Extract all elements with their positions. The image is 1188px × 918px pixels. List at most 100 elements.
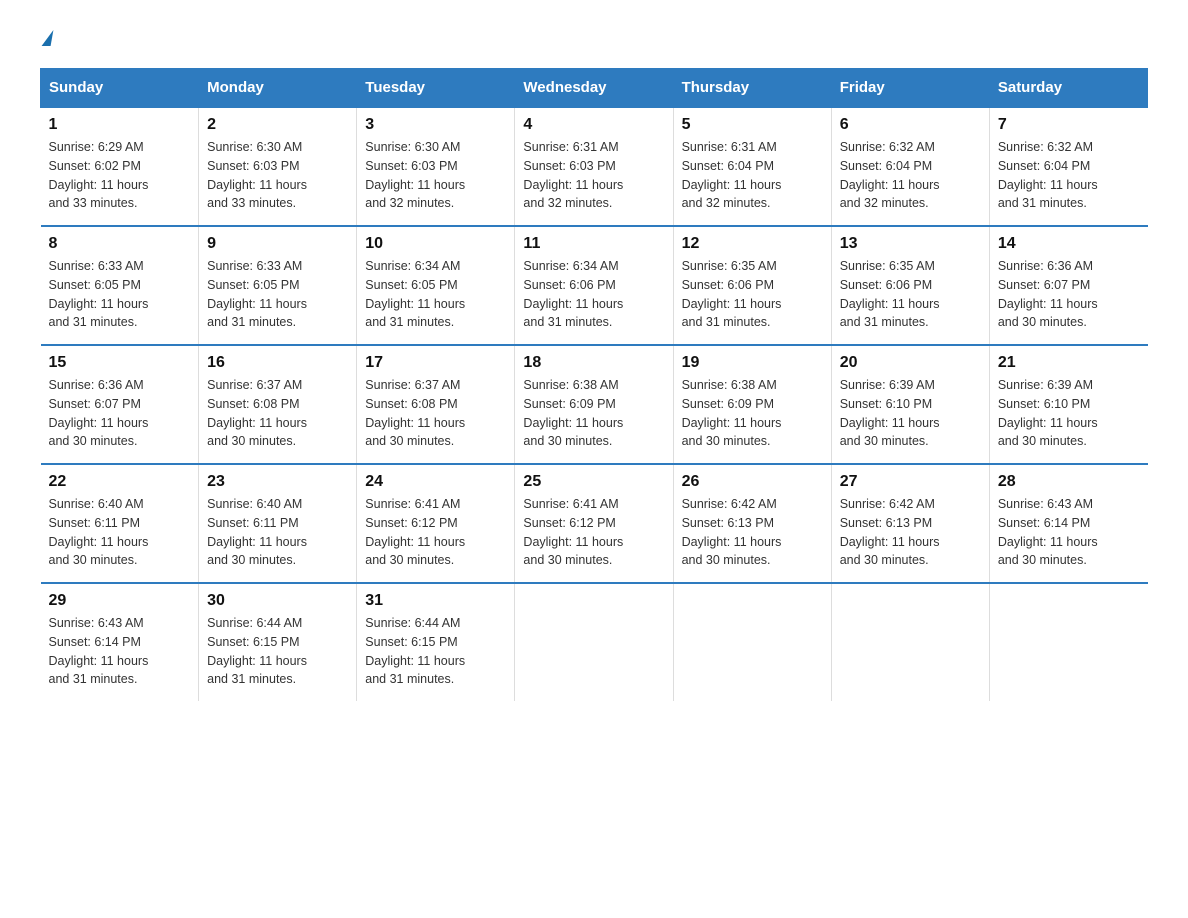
- calendar-week-row: 1 Sunrise: 6:29 AM Sunset: 6:02 PM Dayli…: [41, 107, 1148, 226]
- day-number: 25: [523, 473, 664, 491]
- calendar-week-row: 15 Sunrise: 6:36 AM Sunset: 6:07 PM Dayl…: [41, 345, 1148, 464]
- day-info: Sunrise: 6:33 AM Sunset: 6:05 PM Dayligh…: [49, 257, 191, 332]
- calendar-table: SundayMondayTuesdayWednesdayThursdayFrid…: [40, 68, 1148, 701]
- day-number: 23: [207, 473, 348, 491]
- day-number: 14: [998, 235, 1140, 253]
- day-number: 3: [365, 116, 506, 134]
- calendar-cell: 1 Sunrise: 6:29 AM Sunset: 6:02 PM Dayli…: [41, 107, 199, 226]
- calendar-cell: 17 Sunrise: 6:37 AM Sunset: 6:08 PM Dayl…: [357, 345, 515, 464]
- day-info: Sunrise: 6:31 AM Sunset: 6:03 PM Dayligh…: [523, 138, 664, 213]
- day-info: Sunrise: 6:37 AM Sunset: 6:08 PM Dayligh…: [365, 376, 506, 451]
- calendar-cell: 2 Sunrise: 6:30 AM Sunset: 6:03 PM Dayli…: [199, 107, 357, 226]
- day-info: Sunrise: 6:32 AM Sunset: 6:04 PM Dayligh…: [998, 138, 1140, 213]
- day-number: 7: [998, 116, 1140, 134]
- day-info: Sunrise: 6:39 AM Sunset: 6:10 PM Dayligh…: [840, 376, 981, 451]
- day-info: Sunrise: 6:34 AM Sunset: 6:06 PM Dayligh…: [523, 257, 664, 332]
- day-info: Sunrise: 6:44 AM Sunset: 6:15 PM Dayligh…: [365, 614, 506, 689]
- day-info: Sunrise: 6:32 AM Sunset: 6:04 PM Dayligh…: [840, 138, 981, 213]
- calendar-cell: 22 Sunrise: 6:40 AM Sunset: 6:11 PM Dayl…: [41, 464, 199, 583]
- column-header-sunday: Sunday: [41, 69, 199, 108]
- day-number: 20: [840, 354, 981, 372]
- day-number: 13: [840, 235, 981, 253]
- day-number: 24: [365, 473, 506, 491]
- calendar-week-row: 8 Sunrise: 6:33 AM Sunset: 6:05 PM Dayli…: [41, 226, 1148, 345]
- day-info: Sunrise: 6:42 AM Sunset: 6:13 PM Dayligh…: [840, 495, 981, 570]
- day-info: Sunrise: 6:41 AM Sunset: 6:12 PM Dayligh…: [365, 495, 506, 570]
- column-header-thursday: Thursday: [673, 69, 831, 108]
- day-info: Sunrise: 6:43 AM Sunset: 6:14 PM Dayligh…: [49, 614, 191, 689]
- day-number: 21: [998, 354, 1140, 372]
- calendar-cell: [831, 583, 989, 701]
- calendar-cell: 13 Sunrise: 6:35 AM Sunset: 6:06 PM Dayl…: [831, 226, 989, 345]
- day-number: 9: [207, 235, 348, 253]
- day-info: Sunrise: 6:33 AM Sunset: 6:05 PM Dayligh…: [207, 257, 348, 332]
- day-number: 22: [49, 473, 191, 491]
- page-header: [40, 30, 1148, 48]
- calendar-cell: [515, 583, 673, 701]
- day-number: 1: [49, 116, 191, 134]
- calendar-cell: 3 Sunrise: 6:30 AM Sunset: 6:03 PM Dayli…: [357, 107, 515, 226]
- calendar-cell: 28 Sunrise: 6:43 AM Sunset: 6:14 PM Dayl…: [989, 464, 1147, 583]
- day-info: Sunrise: 6:42 AM Sunset: 6:13 PM Dayligh…: [682, 495, 823, 570]
- day-info: Sunrise: 6:37 AM Sunset: 6:08 PM Dayligh…: [207, 376, 348, 451]
- day-info: Sunrise: 6:36 AM Sunset: 6:07 PM Dayligh…: [49, 376, 191, 451]
- calendar-cell: 9 Sunrise: 6:33 AM Sunset: 6:05 PM Dayli…: [199, 226, 357, 345]
- day-info: Sunrise: 6:38 AM Sunset: 6:09 PM Dayligh…: [523, 376, 664, 451]
- day-info: Sunrise: 6:38 AM Sunset: 6:09 PM Dayligh…: [682, 376, 823, 451]
- calendar-week-row: 22 Sunrise: 6:40 AM Sunset: 6:11 PM Dayl…: [41, 464, 1148, 583]
- calendar-cell: 31 Sunrise: 6:44 AM Sunset: 6:15 PM Dayl…: [357, 583, 515, 701]
- day-info: Sunrise: 6:36 AM Sunset: 6:07 PM Dayligh…: [998, 257, 1140, 332]
- day-number: 19: [682, 354, 823, 372]
- day-number: 5: [682, 116, 823, 134]
- day-number: 2: [207, 116, 348, 134]
- day-number: 17: [365, 354, 506, 372]
- day-number: 6: [840, 116, 981, 134]
- day-number: 18: [523, 354, 664, 372]
- day-number: 15: [49, 354, 191, 372]
- calendar-header-row: SundayMondayTuesdayWednesdayThursdayFrid…: [41, 69, 1148, 108]
- column-header-monday: Monday: [199, 69, 357, 108]
- calendar-cell: 24 Sunrise: 6:41 AM Sunset: 6:12 PM Dayl…: [357, 464, 515, 583]
- calendar-cell: 14 Sunrise: 6:36 AM Sunset: 6:07 PM Dayl…: [989, 226, 1147, 345]
- day-number: 26: [682, 473, 823, 491]
- column-header-saturday: Saturday: [989, 69, 1147, 108]
- day-number: 16: [207, 354, 348, 372]
- calendar-cell: [989, 583, 1147, 701]
- day-number: 31: [365, 592, 506, 610]
- calendar-cell: 12 Sunrise: 6:35 AM Sunset: 6:06 PM Dayl…: [673, 226, 831, 345]
- day-info: Sunrise: 6:39 AM Sunset: 6:10 PM Dayligh…: [998, 376, 1140, 451]
- calendar-week-row: 29 Sunrise: 6:43 AM Sunset: 6:14 PM Dayl…: [41, 583, 1148, 701]
- day-number: 10: [365, 235, 506, 253]
- day-number: 28: [998, 473, 1140, 491]
- day-info: Sunrise: 6:44 AM Sunset: 6:15 PM Dayligh…: [207, 614, 348, 689]
- column-header-wednesday: Wednesday: [515, 69, 673, 108]
- day-number: 11: [523, 235, 664, 253]
- day-info: Sunrise: 6:40 AM Sunset: 6:11 PM Dayligh…: [49, 495, 191, 570]
- calendar-cell: 10 Sunrise: 6:34 AM Sunset: 6:05 PM Dayl…: [357, 226, 515, 345]
- day-number: 27: [840, 473, 981, 491]
- day-number: 4: [523, 116, 664, 134]
- calendar-cell: 5 Sunrise: 6:31 AM Sunset: 6:04 PM Dayli…: [673, 107, 831, 226]
- day-info: Sunrise: 6:34 AM Sunset: 6:05 PM Dayligh…: [365, 257, 506, 332]
- day-info: Sunrise: 6:43 AM Sunset: 6:14 PM Dayligh…: [998, 495, 1140, 570]
- calendar-cell: 30 Sunrise: 6:44 AM Sunset: 6:15 PM Dayl…: [199, 583, 357, 701]
- day-number: 12: [682, 235, 823, 253]
- calendar-cell: 18 Sunrise: 6:38 AM Sunset: 6:09 PM Dayl…: [515, 345, 673, 464]
- day-info: Sunrise: 6:35 AM Sunset: 6:06 PM Dayligh…: [840, 257, 981, 332]
- day-info: Sunrise: 6:35 AM Sunset: 6:06 PM Dayligh…: [682, 257, 823, 332]
- calendar-cell: [673, 583, 831, 701]
- day-number: 8: [49, 235, 191, 253]
- day-info: Sunrise: 6:30 AM Sunset: 6:03 PM Dayligh…: [207, 138, 348, 213]
- calendar-cell: 26 Sunrise: 6:42 AM Sunset: 6:13 PM Dayl…: [673, 464, 831, 583]
- calendar-cell: 15 Sunrise: 6:36 AM Sunset: 6:07 PM Dayl…: [41, 345, 199, 464]
- column-header-friday: Friday: [831, 69, 989, 108]
- day-number: 30: [207, 592, 348, 610]
- calendar-cell: 6 Sunrise: 6:32 AM Sunset: 6:04 PM Dayli…: [831, 107, 989, 226]
- calendar-cell: 11 Sunrise: 6:34 AM Sunset: 6:06 PM Dayl…: [515, 226, 673, 345]
- calendar-cell: 19 Sunrise: 6:38 AM Sunset: 6:09 PM Dayl…: [673, 345, 831, 464]
- calendar-cell: 27 Sunrise: 6:42 AM Sunset: 6:13 PM Dayl…: [831, 464, 989, 583]
- day-info: Sunrise: 6:29 AM Sunset: 6:02 PM Dayligh…: [49, 138, 191, 213]
- calendar-cell: 21 Sunrise: 6:39 AM Sunset: 6:10 PM Dayl…: [989, 345, 1147, 464]
- calendar-cell: 8 Sunrise: 6:33 AM Sunset: 6:05 PM Dayli…: [41, 226, 199, 345]
- day-info: Sunrise: 6:31 AM Sunset: 6:04 PM Dayligh…: [682, 138, 823, 213]
